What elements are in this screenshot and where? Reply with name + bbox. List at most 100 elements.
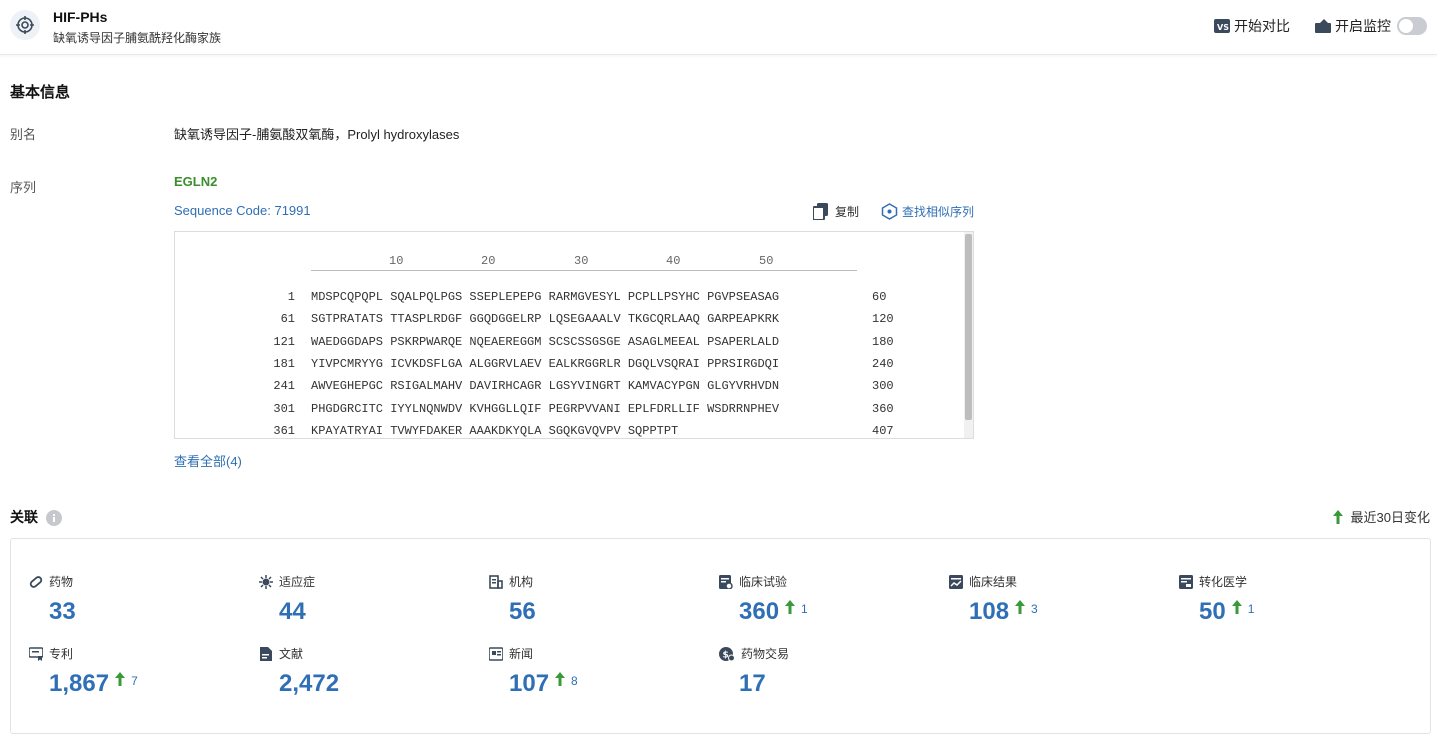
stat-value[interactable]: 2,472 <box>279 670 339 698</box>
monitor-label: 开启监控 <box>1335 18 1391 34</box>
deal-icon: $ <box>719 646 735 661</box>
stat-label: 临床结果 <box>969 575 1018 589</box>
news-icon <box>489 646 503 661</box>
change-legend: 最近30日变化 <box>1332 507 1430 526</box>
copy-icon <box>813 203 829 220</box>
view-all-link[interactable]: 查看全部(4) <box>174 451 242 470</box>
stat-document[interactable]: 文献 2,472 <box>259 645 339 698</box>
compare-icon: VS <box>1214 18 1230 34</box>
target-logo-icon <box>10 10 40 40</box>
ruler-tick: 20 <box>481 254 496 268</box>
compare-label: 开始对比 <box>1234 18 1290 34</box>
sequence-row-start: 301 <box>273 401 295 416</box>
stat-change: 1 <box>801 602 808 616</box>
stat-patent[interactable]: 专利 1,867 7 <box>29 645 138 698</box>
start-compare-button[interactable]: VS 开始对比 <box>1214 16 1290 36</box>
sequence-row-end: 240 <box>872 356 894 371</box>
sequence-row-start: 241 <box>273 379 295 394</box>
translational-icon <box>1179 574 1193 589</box>
stat-change: 7 <box>131 674 138 688</box>
sequence-row-start: 121 <box>273 334 295 349</box>
sequence-row-residues: WAEDGGDAPS PSKRPWARQE NQEAEREGGM SCSCSSG… <box>311 334 780 349</box>
alias-value: 缺氧诱导因子-脯氨酸双氧酶，Prolyl hydroxylases <box>174 127 460 142</box>
scrollbar-thumb[interactable] <box>965 234 972 420</box>
building-icon <box>489 574 503 589</box>
sequence-label: 序列 <box>10 180 37 195</box>
patent-icon <box>29 646 43 661</box>
stat-label: 药物交易 <box>741 647 790 661</box>
stat-pill[interactable]: 药物 33 <box>29 573 76 626</box>
sequence-viewer[interactable]: 10 20 30 40 50 1 MDSPCQPQPL SQALPQLPGS SS… <box>174 231 974 439</box>
sequence-row-end: 60 <box>872 290 887 304</box>
sequence-scrollbar[interactable] <box>964 232 973 438</box>
stat-virus[interactable]: 适应症 44 <box>259 573 315 626</box>
stat-value[interactable]: 33 <box>49 598 76 626</box>
stat-label: 药物 <box>49 575 74 589</box>
document-icon <box>259 646 273 661</box>
change-label: 最近30日变化 <box>1350 510 1430 525</box>
pill-icon <box>29 575 43 589</box>
stat-value[interactable]: 360 <box>739 598 779 626</box>
sequence-row-residues: YIVPCMRYYG ICVKDSFLGA ALGGRVLAEV EALKRGG… <box>311 356 780 371</box>
ruler-tick: 50 <box>759 254 774 268</box>
find-similar-button[interactable]: 查找相似序列 <box>881 203 974 220</box>
stat-value[interactable]: 17 <box>739 670 766 698</box>
monitor-toggle[interactable] <box>1397 17 1427 35</box>
stat-label: 适应症 <box>279 575 316 589</box>
sequence-row-start: 61 <box>280 312 295 327</box>
stat-value[interactable]: 56 <box>509 598 536 626</box>
sequence-row-residues: SGTPRATATS TTASPLRDGF GGQDGGELRP LQSEGAA… <box>311 312 780 327</box>
stat-clinical-result[interactable]: 临床结果 108 3 <box>949 573 1038 626</box>
stat-translational[interactable]: 转化医学 50 1 <box>1179 573 1254 626</box>
change-indicator: 8 <box>555 672 578 688</box>
stat-label: 新闻 <box>509 647 534 661</box>
stat-value[interactable]: 1,867 <box>49 670 109 698</box>
sequence-row-end: 360 <box>872 401 894 416</box>
ruler-tick: 30 <box>574 254 589 268</box>
related-title: 关联 <box>10 507 62 527</box>
clinical-trial-icon <box>719 574 733 589</box>
change-indicator: 7 <box>115 672 138 688</box>
sequence-row-end: 180 <box>872 334 894 349</box>
clinical-result-icon <box>949 574 963 589</box>
stat-deal[interactable]: $ 药物交易 17 <box>719 645 789 698</box>
monitor-control[interactable]: 开启监控 <box>1315 16 1427 36</box>
sequence-row-start: 361 <box>273 423 295 438</box>
sequence-row-end: 300 <box>872 379 894 394</box>
up-arrow-icon <box>555 672 566 686</box>
stat-label: 文献 <box>279 647 304 661</box>
stat-building[interactable]: 机构 56 <box>489 573 536 626</box>
stat-value[interactable]: 50 <box>1199 598 1226 626</box>
ruler-tick: 40 <box>666 254 681 268</box>
related-title-text: 关联 <box>10 509 38 525</box>
up-arrow-icon <box>1015 600 1026 614</box>
stat-label: 转化医学 <box>1199 575 1248 589</box>
stat-value[interactable]: 107 <box>509 670 549 698</box>
gene-name: EGLN2 <box>174 174 218 189</box>
find-similar-label: 查找相似序列 <box>902 205 975 219</box>
stat-news[interactable]: 新闻 107 8 <box>489 645 578 698</box>
stat-value[interactable]: 108 <box>969 598 1009 626</box>
sequence-row-residues: AWVEGHEPGC RSIGALMAHV DAVIRHCAGR LGSYVIN… <box>311 379 780 394</box>
monitor-icon <box>1315 18 1331 34</box>
up-arrow-icon <box>785 600 796 614</box>
info-icon[interactable] <box>45 510 62 527</box>
stat-label: 专利 <box>49 647 74 661</box>
sequence-row-end: 120 <box>872 312 894 327</box>
copy-button[interactable]: 复制 <box>813 203 859 220</box>
sequence-row-start: 1 <box>287 290 295 304</box>
alias-label: 别名 <box>10 127 37 142</box>
stat-clinical-trial[interactable]: 临床试验 360 1 <box>719 573 808 626</box>
stat-change: 3 <box>1031 602 1038 616</box>
stat-value[interactable]: 44 <box>279 598 306 626</box>
sequence-row-residues: PHGDGRCITC IYYLNQNWDV KVHGGLLQIF PEGRPVV… <box>311 401 780 416</box>
molecule-icon <box>881 203 898 220</box>
up-arrow-icon <box>1231 600 1242 614</box>
up-arrow-icon <box>1332 509 1343 524</box>
sequence-row-end: 407 <box>872 423 894 438</box>
sequence-code-link[interactable]: Sequence Code: 71991 <box>174 203 311 218</box>
sequence-row-start: 181 <box>273 356 295 371</box>
copy-label: 复制 <box>835 205 860 219</box>
sequence-ruler: 10 20 30 40 50 <box>311 254 857 271</box>
sequence-row-residues: KPAYATRYAI TVWYFDAKER AAAKDKYQLA SGQKGVQ… <box>311 423 679 438</box>
